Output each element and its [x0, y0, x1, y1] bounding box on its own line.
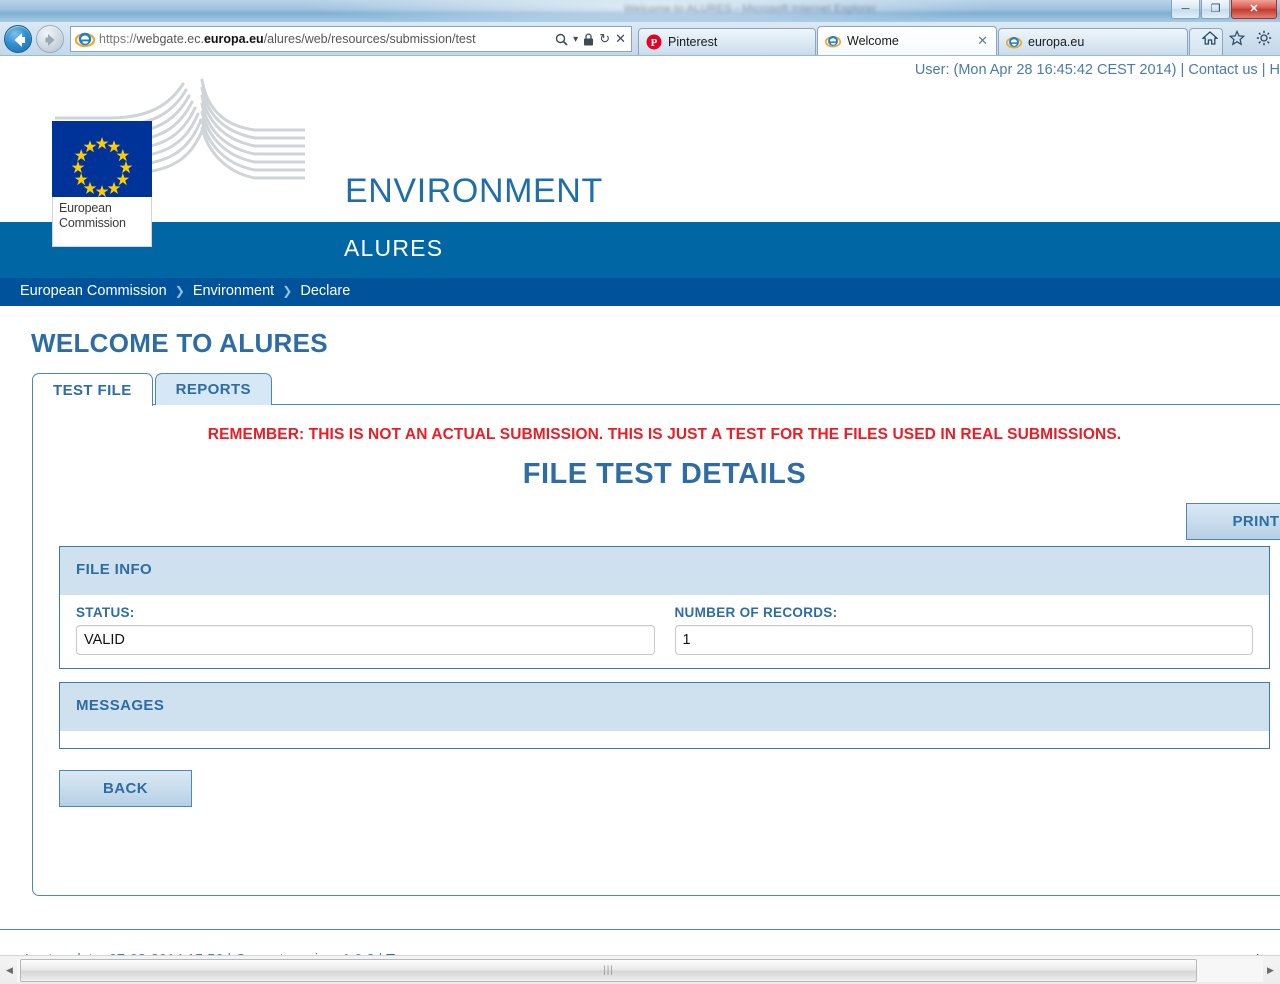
minimize-icon: ─	[1181, 3, 1190, 15]
browser-navigation-bar: https://webgate.ec.europa.eu/alures/web/…	[0, 22, 1280, 56]
help-link[interactable]: H	[1270, 62, 1280, 78]
pinterest-icon: P	[646, 34, 662, 50]
back-arrow-icon	[14, 33, 25, 47]
breadcrumb-item-declare[interactable]: Declare	[300, 283, 350, 299]
european-commission-label: European Commission	[52, 197, 152, 247]
messages-body	[60, 731, 1269, 748]
status-label: STATUS:	[76, 605, 135, 620]
ie-icon	[1006, 37, 1022, 49]
url-host-domain: europa.eu	[203, 32, 264, 46]
browser-tab-europa[interactable]: europa.eu	[998, 28, 1188, 55]
restore-icon: ❐	[1210, 3, 1221, 15]
address-bar-icons: ▾ ↻ ✕	[555, 31, 631, 47]
favorites-star-icon[interactable]	[1229, 30, 1245, 46]
number-of-records-label: NUMBER OF RECORDS:	[674, 605, 838, 620]
horizontal-scrollbar[interactable]: ◀ ||| ▶	[0, 955, 1280, 984]
url-text: https://webgate.ec.europa.eu/alures/web/…	[99, 30, 555, 48]
number-of-records-input[interactable]	[674, 625, 1253, 655]
home-icon[interactable]	[1202, 30, 1218, 46]
status-input[interactable]	[76, 625, 655, 655]
breadcrumb-item-european-commission[interactable]: European Commission	[20, 283, 167, 299]
user-session-text: User: (Mon Apr 28 16:45:42 CEST 2014) |	[914, 62, 1185, 78]
content-tab-bar: TEST FILE REPORTS	[32, 373, 1280, 406]
tab-reports[interactable]: REPORTS	[154, 373, 272, 405]
refresh-icon[interactable]: ↻	[599, 31, 610, 47]
browser-tab-pinterest[interactable]: P Pinterest	[638, 28, 816, 55]
window-controls: ─ ❐ ✕	[1170, 0, 1277, 20]
print-button[interactable]: PRINT	[1186, 503, 1280, 540]
gear-icon[interactable]	[1256, 30, 1272, 46]
lock-icon	[584, 32, 594, 45]
browser-tab-label: Pinterest	[668, 35, 718, 49]
messages-section: MESSAGES	[59, 682, 1270, 749]
site-banner: European Commission ENVIRONMENT	[0, 78, 1280, 247]
tab-test-file[interactable]: TEST FILE	[32, 373, 153, 406]
eu-flag-icon	[52, 121, 152, 197]
page-footer: Last update: 07-03-2014 15:56 | Current …	[0, 930, 1280, 955]
file-info-section: FILE INFO STATUS: NUMBER OF RECORDS:	[59, 546, 1270, 669]
browser-tab-welcome[interactable]: Welcome ✕	[817, 26, 997, 55]
page-title: WELCOME TO ALURES	[31, 328, 328, 358]
back-button[interactable]	[4, 25, 32, 53]
main-content: WELCOME TO ALURES TEST FILE REPORTS REME…	[0, 306, 1280, 929]
scroll-right-arrow-icon[interactable]: ▶	[1262, 960, 1279, 981]
browser-tab-strip: P Pinterest Welcome ✕ europa.eu	[638, 26, 1224, 55]
forward-arrow-icon	[45, 34, 55, 46]
scrollbar-track[interactable]: |||	[17, 959, 1263, 982]
ie-icon	[825, 36, 841, 48]
url-path: /alures/web/resources/submission/test	[263, 32, 476, 46]
ec-line-1: European	[59, 201, 112, 215]
address-bar[interactable]: https://webgate.ec.europa.eu/alures/web/…	[70, 26, 632, 52]
contact-us-link[interactable]: Contact us	[1188, 62, 1257, 78]
site-title: ENVIRONMENT	[345, 172, 603, 210]
tab-close-icon[interactable]: ✕	[977, 33, 988, 49]
url-scheme: https://	[99, 32, 137, 46]
svg-text:P: P	[651, 37, 658, 49]
breadcrumb-separator-icon: ❯	[282, 284, 293, 298]
browser-tab-label: Welcome	[847, 34, 899, 48]
ec-line-2: Commission	[59, 216, 126, 230]
scrollbar-thumb[interactable]: |||	[20, 959, 1197, 982]
tab-panel-test-file: REMEMBER: THIS IS NOT AN ACTUAL SUBMISSI…	[32, 404, 1280, 896]
search-icon[interactable]	[555, 33, 568, 46]
close-icon: ✕	[1249, 3, 1259, 15]
site-subtitle: ALURES	[344, 235, 444, 261]
status-field: STATUS:	[76, 605, 655, 655]
userbar-separator: |	[1261, 62, 1266, 78]
window-title-bar: Welcome to ALURES - Microsoft Internet E…	[0, 0, 1280, 22]
minimize-button[interactable]: ─	[1171, 0, 1200, 19]
browser-window: Welcome to ALURES - Microsoft Internet E…	[0, 0, 1280, 984]
number-of-records-field: NUMBER OF RECORDS:	[674, 605, 1253, 655]
scroll-left-arrow-icon[interactable]: ◀	[1, 960, 18, 981]
restore-button[interactable]: ❐	[1201, 0, 1230, 19]
messages-header: MESSAGES	[60, 683, 1269, 731]
file-info-header: FILE INFO	[60, 547, 1269, 595]
browser-toolbar-icons	[1202, 30, 1272, 46]
page-viewport: User: (Mon Apr 28 16:45:42 CEST 2014) | …	[0, 56, 1280, 955]
file-info-body: STATUS: NUMBER OF RECORDS:	[60, 595, 1269, 668]
forward-button[interactable]	[36, 25, 64, 53]
back-button[interactable]: BACK	[59, 770, 192, 807]
window-title-text: Welcome to ALURES - Microsoft Internet E…	[624, 3, 877, 15]
browser-tab-label: europa.eu	[1028, 35, 1085, 49]
tab-label: REPORTS	[175, 381, 251, 398]
submission-warning-text: REMEMBER: THIS IS NOT AN ACTUAL SUBMISSI…	[207, 426, 1122, 443]
chevron-down-icon[interactable]: ▾	[573, 34, 578, 45]
close-window-button[interactable]: ✕	[1231, 0, 1277, 19]
breadcrumb-item-environment[interactable]: Environment	[193, 283, 274, 299]
ie-icon	[75, 32, 95, 48]
section-title: FILE TEST DETAILS	[522, 458, 807, 490]
tab-label: TEST FILE	[53, 381, 132, 399]
breadcrumb: European Commission ❯ Environment ❯ Decl…	[0, 278, 1280, 306]
brand-band: ALURES	[0, 222, 1280, 278]
stop-icon[interactable]: ✕	[615, 31, 626, 47]
scrollbar-grip-icon: |||	[603, 965, 614, 976]
url-host-pre: webgate.ec.	[136, 32, 204, 46]
print-button-row: PRINT	[33, 491, 1280, 540]
breadcrumb-separator-icon: ❯	[174, 284, 185, 298]
